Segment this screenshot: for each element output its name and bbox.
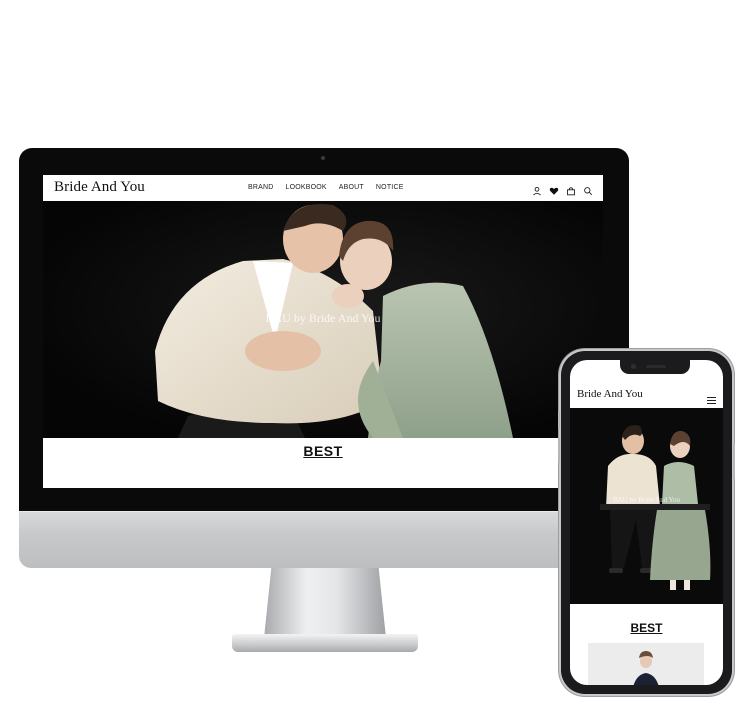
mobile-screen: Bride And You BAU by Bride And You BEST — [570, 360, 723, 685]
phone-side-button — [558, 411, 560, 429]
monitor-stand-base — [232, 634, 418, 652]
monitor-stand — [264, 568, 386, 638]
phone-notch — [620, 360, 690, 374]
main-nav: BRAND LOOKBOOK ABOUT NOTICE — [248, 184, 416, 191]
desktop-screen: Bride And You BRAND LOOKBOOK ABOUT NOTIC… — [43, 175, 603, 488]
product-card-image[interactable] — [588, 643, 704, 685]
mobile-hero-couple-photo — [570, 408, 723, 604]
brand-logo[interactable]: Bride And You — [54, 179, 145, 196]
earpiece-speaker — [646, 365, 666, 368]
front-camera — [631, 364, 636, 369]
nav-notice[interactable]: NOTICE — [376, 184, 404, 191]
monitor-chin — [19, 511, 629, 568]
nav-lookbook[interactable]: LOOKBOOK — [286, 184, 327, 191]
mobile-brand-logo[interactable]: Bride And You — [577, 388, 643, 400]
search-icon[interactable] — [583, 183, 593, 196]
mobile-hero-banner[interactable]: BAU by Bride And You — [570, 408, 723, 604]
nav-about[interactable]: ABOUT — [339, 184, 364, 191]
desktop-monitor: Bride And You BRAND LOOKBOOK ABOUT NOTIC… — [19, 148, 629, 568]
monitor-camera — [321, 156, 325, 160]
mobile-phone: Bride And You BAU by Bride And You BEST — [558, 351, 735, 694]
phone-side-button — [733, 443, 735, 479]
best-section-title: BEST — [303, 443, 343, 459]
hero-banner[interactable]: BAU by Bride And You — [43, 201, 603, 438]
hero-caption: BAU by Bride And You — [265, 311, 381, 325]
cart-icon[interactable] — [566, 183, 576, 196]
user-icon[interactable] — [532, 183, 542, 196]
mobile-hero-caption: BAU by Bride And You — [612, 496, 681, 504]
phone-side-button — [558, 437, 560, 463]
hamburger-menu-icon[interactable] — [707, 391, 716, 404]
nav-brand[interactable]: BRAND — [248, 184, 274, 191]
monitor-bezel: Bride And You BRAND LOOKBOOK ABOUT NOTIC… — [19, 148, 629, 513]
mobile-best-section-title: BEST — [630, 621, 663, 635]
header-icons — [532, 183, 593, 196]
heart-icon[interactable] — [549, 183, 559, 195]
mobile-header: Bride And You — [570, 378, 723, 408]
product-model-photo — [588, 643, 704, 685]
desktop-header: Bride And You BRAND LOOKBOOK ABOUT NOTIC… — [43, 175, 603, 201]
